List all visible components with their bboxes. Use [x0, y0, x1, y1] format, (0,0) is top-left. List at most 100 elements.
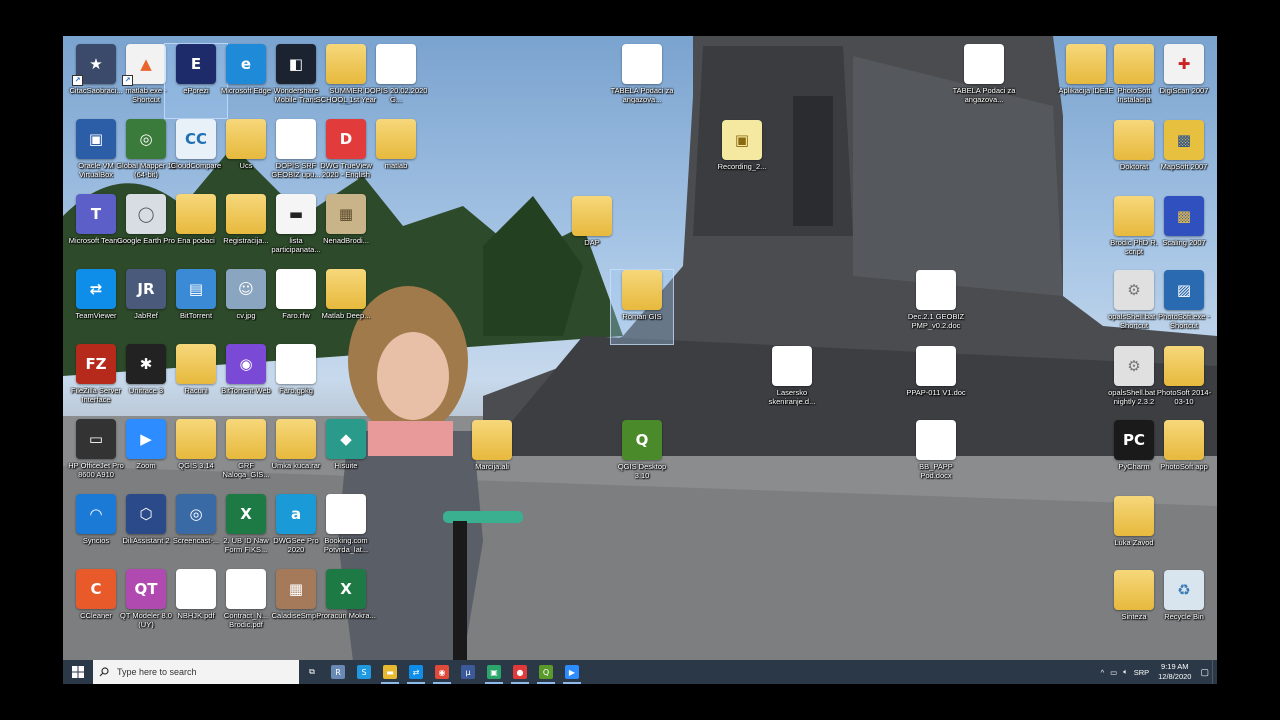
desktop-icon-mapsoft-2007[interactable]: ▩ MapSoft 2007 [1153, 120, 1215, 194]
hp-officejet-pro-8600-a910-icon: ▭ [76, 419, 116, 459]
desktop-icon-label: DAP [584, 239, 600, 247]
nenadbrodi-icon: ▦ [326, 194, 366, 234]
desktop-icon-photosoft-2014-03-10[interactable]: PhotoSoft 2014-03-10 [1153, 346, 1215, 420]
hisuite-icon: ◆ [326, 419, 366, 459]
desktop-icon-label: Proracun Mokra... [316, 612, 376, 620]
desktop-icon-booking-com-potvrda-lat[interactable]: PDF Booking.com Potvrda_lat... [315, 494, 377, 568]
network-icon[interactable]: ▭ [1110, 668, 1117, 677]
recorder-icon: ● [513, 665, 527, 679]
desktop-icon-matlab[interactable]: matlab [365, 119, 427, 193]
matlab-exe-shortcut-icon: ▲ ↗ [122, 44, 166, 86]
desktop-screen: ★ ↗ CitacSaobraci... ▲ ↗ matlab.exe - Shortcu… [63, 36, 1217, 684]
taskbar-file-explorer-button[interactable]: ▬ [377, 660, 403, 684]
clock-date: 12/8/2020 [1158, 672, 1192, 681]
desktop-icon-scaling-2007[interactable]: ▩ Scaling 2007 [1153, 196, 1215, 270]
desktop-icon-proracun-mokra[interactable]: X Proracun Mokra... [315, 569, 377, 643]
taskbar-zoom-button[interactable]: ▶ [559, 660, 585, 684]
scaling-2007-icon: ▩ [1164, 196, 1204, 236]
microsoft-edge-icon: e [226, 44, 266, 84]
mapsoft-2007-icon: ▩ [1164, 120, 1204, 160]
folder-icon [176, 344, 216, 384]
desktop-icon-matlab-deep[interactable]: Matlab Deep... [315, 269, 377, 343]
desktop-icon-photosoft-exe-shortcut[interactable]: ▨ PhotoSoft.exe - Shortcut [1153, 270, 1215, 344]
desktop-icon-recording-2[interactable]: ▣ Recording_2... [711, 120, 773, 194]
chrome-icon: ◉ [435, 665, 449, 679]
desktop-icon-label: Hisuite [334, 462, 358, 470]
desktop-icon-recycle-bin[interactable]: ♻ Recycle Bin [1153, 570, 1215, 644]
desktop-icon-tabela-podaci-za-angazova[interactable]: W TABELA Podaci za angazova... [611, 44, 673, 118]
show-desktop-button[interactable] [1212, 660, 1217, 684]
volume-icon[interactable]: 🔈︎ [1123, 667, 1128, 677]
syncios-icon: ◠ [76, 494, 116, 534]
desktop-icon-ppap-011-v1-doc[interactable]: W PPAP-011 V1.doc [905, 346, 967, 420]
clock[interactable]: 9:19 AM 12/8/2020 [1158, 662, 1191, 682]
desktop-icon-hisuite[interactable]: ◆ Hisuite [315, 419, 377, 493]
qt-modeler-8-0-uy-icon: QT [126, 569, 166, 609]
tray-chevron-icon[interactable]: ^ [1101, 668, 1105, 677]
screencast-icon: ◎ [176, 494, 216, 534]
folder-icon [472, 420, 512, 460]
matlab-icon: μ [461, 665, 475, 679]
bittorrent-icon: ▤ [176, 269, 216, 309]
folder-icon [276, 419, 316, 459]
taskbar-task-view-button[interactable]: ⧉ [299, 660, 325, 684]
unitrace-3-icon: ✱ [126, 344, 166, 384]
desktop-icon-label: Faro.gpkg [279, 387, 313, 395]
desktop-icon-label: TABELA Podaci za angazova... [952, 87, 1016, 104]
jabref-icon: JR [126, 269, 166, 309]
file-explorer-icon: ▬ [383, 665, 397, 679]
taskbar-screen-app-button[interactable]: ▣ [481, 660, 507, 684]
cloudcompare-icon: CC [176, 119, 216, 159]
taskbar-recorder-button[interactable]: ● [507, 660, 533, 684]
notifications-icon[interactable]: ▢ [1200, 667, 1209, 678]
desktop-icon-bb-papp-pod-docx[interactable]: W BB_PAPP Pod.docx [905, 420, 967, 494]
dwg-trueview-2020-english-icon: D [326, 119, 366, 159]
desktop-icon-label: Marcija.ali [475, 463, 509, 471]
taskbar-teamviewer-button[interactable]: ⇄ [403, 660, 429, 684]
search-input[interactable]: Type here to search [93, 660, 299, 684]
desktop-icon-dap[interactable]: DAP [561, 196, 623, 270]
desktop-icon-faro-gpkg[interactable]: Faro.gpkg [265, 344, 327, 418]
desktop-icon-label: NenadBrodi... [323, 237, 369, 245]
folder-icon [1066, 44, 1106, 84]
desktop-icon-label: PPAP-011 V1.doc [906, 389, 966, 397]
desktop-icon-dopis-20-02-2020-g[interactable]: W DOPIS 20.02.2020 G... [365, 44, 427, 118]
word-document-icon: W [376, 44, 416, 84]
start-button[interactable] [63, 660, 93, 684]
desktop-icon-label: matlab [384, 162, 408, 170]
desktop-icon-digiscan-2007[interactable]: ✚ DigiScan 2007 [1153, 44, 1215, 118]
desktop-icon-label: PhotoSoft.exe - Shortcut [1158, 313, 1210, 330]
taskbar-r-app-button[interactable]: R [325, 660, 351, 684]
desktop-icon-photosoft-app[interactable]: PhotoSoft app [1153, 420, 1215, 494]
desktop-icon-label: Luka Zavod [1114, 539, 1154, 547]
folder-icon [1114, 196, 1154, 236]
taskbar-qgis-button[interactable]: Q [533, 660, 559, 684]
eporezi-icon: E [176, 44, 216, 84]
desktop-icon-marcija-ali[interactable]: Marcija.ali [461, 420, 523, 494]
wondershare-mobile-trans-icon: ◧ [276, 44, 316, 84]
pdf-icon: PDF [226, 569, 266, 609]
desktop-icon-qgis-desktop-3-10[interactable]: Q QGIS Desktop 3.10 [611, 420, 673, 494]
desktop-icon-label: Recording_2... [717, 163, 767, 171]
desktop-icon-luka-zavod[interactable]: Luka Zavod [1103, 496, 1165, 570]
desktop-icon-roman-gis[interactable]: Roman GIS [610, 269, 674, 345]
proracun-mokra-icon: X [326, 569, 366, 609]
folder-icon [226, 194, 266, 234]
taskbar-chrome-button[interactable]: ◉ [429, 660, 455, 684]
desktop-icon-dec-2-1-geobiz-pmp-v0-2-doc[interactable]: W Dec.2.1 GEOBIZ PMP_v0.2.doc [905, 270, 967, 344]
folder-icon [1114, 44, 1154, 84]
taskbar-matlab-button[interactable]: μ [455, 660, 481, 684]
desktop-icon-tabela-podaci-za-angazova[interactable]: PDF TABELA Podaci za angazova... [953, 44, 1015, 118]
skype-icon: S [357, 665, 371, 679]
language-indicator[interactable]: SRP [1134, 668, 1149, 677]
desktop-icon-nenadbrodi[interactable]: ▦ NenadBrodi... [315, 194, 377, 268]
desktop-icon-label: DOPIS 20.02.2020 G... [364, 87, 428, 104]
global-mapper-18-64-bit-icon: ◎ [126, 119, 166, 159]
taskbar-skype-button[interactable]: S [351, 660, 377, 684]
pdf-icon: PDF [176, 569, 216, 609]
folder-icon [176, 194, 216, 234]
zoom-icon: ▶ [565, 665, 579, 679]
pdf-icon: PDF [276, 119, 316, 159]
shortcut-arrow-icon: ↗ [122, 75, 133, 86]
desktop-icon-lasersko-skeniranje-d[interactable]: W Lasersko skeniranje.d... [761, 346, 823, 420]
